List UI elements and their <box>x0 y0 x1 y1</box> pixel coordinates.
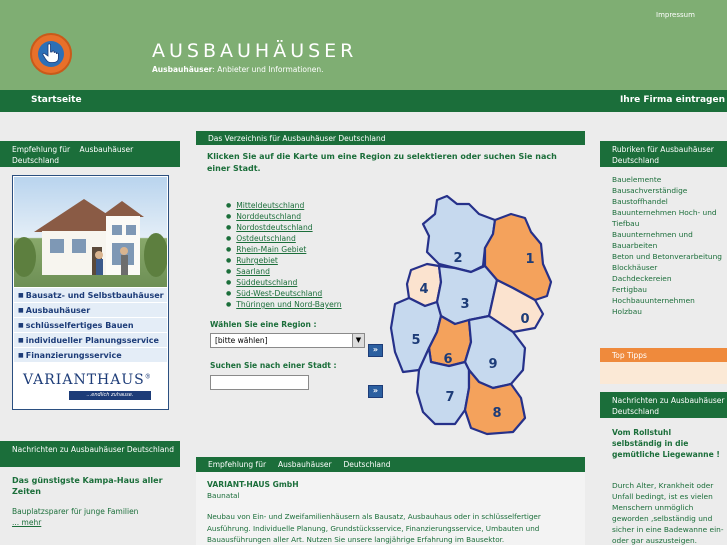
nav-startseite-link[interactable]: Startseite <box>31 95 82 105</box>
region-link[interactable]: Ruhrgebiet <box>227 255 342 266</box>
center-directory-title: Das Verzeichnis für Ausbauhäuser Deutsch… <box>208 134 386 143</box>
rubrik-link[interactable]: Hochbauunternehmen <box>612 295 724 306</box>
map-label-1: 1 <box>525 252 534 267</box>
ad-feature-item: Finanzierungsservice <box>14 348 167 363</box>
registered-mark: ® <box>144 373 152 381</box>
ad-feature-item: schlüsselfertiges Bauen <box>14 318 167 333</box>
left-news-more-link[interactable]: ... mehr <box>12 518 41 527</box>
company-name[interactable]: VARIANT-HAUS GmbH <box>207 480 299 489</box>
rubrik-link[interactable]: Bauunternehmen Hoch- und Tiefbau <box>612 207 724 229</box>
city-search-input[interactable] <box>210 375 309 390</box>
left-news-box-title: Nachrichten zu Ausbauhäuser Deutschland <box>12 445 174 454</box>
region-link[interactable]: Nordostdeutschland <box>227 222 342 233</box>
rubrik-link[interactable]: Bauelemente <box>612 174 724 185</box>
top-tipps-header: Top Tipps <box>600 348 727 362</box>
rubrik-link[interactable]: Bauunternehmen und Bauarbeiten <box>612 229 724 251</box>
region-link[interactable]: Rhein-Main Gebiet <box>227 244 342 255</box>
right-news-box-title: Nachrichten zu Ausbauhäuser Deutschland <box>612 396 725 416</box>
region-link-list: Mitteldeutschland Norddeutschland Nordos… <box>227 200 342 310</box>
germany-region-map[interactable]: 1 2 3 4 5 6 7 8 9 0 <box>385 192 567 440</box>
rubrik-link[interactable]: Bausachverständige <box>612 185 724 196</box>
region-link[interactable]: Süd-West-Deutschland <box>227 288 342 299</box>
ad-feature-item: Ausbauhäuser <box>14 303 167 318</box>
page: AUSBAUHÄUSER Ausbauhäuser: Anbieter und … <box>0 0 727 545</box>
ad-feature-list: Bausatz- und Selbstbauhäuser Ausbauhäuse… <box>14 288 167 363</box>
site-logo[interactable] <box>30 33 72 75</box>
rubrik-link[interactable]: Dachdeckereien <box>612 273 724 284</box>
left-ad-box-title: Empfehlung für Ausbauhäuser Deutschland <box>12 145 136 165</box>
region-link[interactable]: Mitteldeutschland <box>227 200 342 211</box>
company-description: Neubau von Ein- und Zweifamilienhäusern … <box>207 512 541 544</box>
ad-feature-item: Bausatz- und Selbstbauhäuser <box>14 288 167 303</box>
center-directory-header: Das Verzeichnis für Ausbauhäuser Deutsch… <box>196 131 585 145</box>
varianthaus-ad-banner[interactable]: Bausatz- und Selbstbauhäuser Ausbauhäuse… <box>12 175 169 410</box>
top-tipps-title: Top Tipps <box>612 351 647 360</box>
impressum-link[interactable]: Impressum <box>656 11 695 19</box>
map-label-4: 4 <box>419 282 428 297</box>
company-city: Baunatal <box>207 491 240 500</box>
map-instructions: Klicken Sie auf die Karte um eine Region… <box>207 152 557 173</box>
region-link[interactable]: Thüringen und Nord-Bayern <box>227 299 341 310</box>
region-link[interactable]: Saarland <box>227 266 342 277</box>
site-subtitle: Ausbauhäuser: Anbieter und Informationen… <box>152 65 323 74</box>
map-label-0: 0 <box>520 312 529 327</box>
map-label-6: 6 <box>443 352 452 367</box>
ad-feature-item: individueller Planungsservice <box>14 333 167 348</box>
region-link[interactable]: Norddeutschland <box>227 211 342 222</box>
city-search-label: Suchen Sie nach einer Stadt : <box>210 361 337 370</box>
left-news-teaser: Bauplatzsparer für junge Familien <box>12 507 139 516</box>
rubrik-link[interactable]: Baustoffhandel <box>612 196 724 207</box>
house-photo <box>14 177 167 287</box>
region-select-label: Wählen Sie eine Region : <box>210 320 317 329</box>
map-label-5: 5 <box>411 333 420 348</box>
map-label-9: 9 <box>488 357 497 372</box>
left-news-headline[interactable]: Das günstigste Kampa-Haus aller Zeiten <box>12 475 172 497</box>
chevron-down-icon[interactable]: ▼ <box>352 334 364 347</box>
nav-firma-eintragen-link[interactable]: Ihre Firma eintragen <box>620 95 725 105</box>
center-recommend-title: Empfehlung für Ausbauhäuser Deutschland <box>208 460 391 469</box>
right-news-headline[interactable]: Vom Rollstuhl selbständig in die gemütli… <box>612 427 722 460</box>
main-navbar: Startseite Ihre Firma eintragen <box>0 90 727 112</box>
site-header: AUSBAUHÄUSER Ausbauhäuser: Anbieter und … <box>0 0 727 90</box>
rubrik-link[interactable]: Holzbau <box>612 306 724 317</box>
top-tipps-body <box>600 362 727 384</box>
varianthaus-logo: VARIANTHAUS® <box>23 372 152 388</box>
city-go-button[interactable]: » <box>368 385 383 398</box>
rubriken-box-header: Rubriken für Ausbauhäuser Deutschland <box>600 141 727 167</box>
map-label-2: 2 <box>453 251 462 266</box>
varianthaus-logo-text: VARIANTHAUS <box>23 372 145 388</box>
right-news-box-header: Nachrichten zu Ausbauhäuser Deutschland <box>600 392 727 418</box>
rubrik-link[interactable]: Fertigbau <box>612 284 724 295</box>
site-title: AUSBAUHÄUSER <box>152 40 358 62</box>
varianthaus-slogan: ...endlich zuhause. <box>69 391 151 400</box>
right-news-teaser: Durch Alter, Krankheit oder Unfall bedin… <box>612 481 724 545</box>
region-link[interactable]: Ostdeutschland <box>227 233 342 244</box>
center-recommend-header: Empfehlung für Ausbauhäuser Deutschland <box>196 457 585 472</box>
rubriken-list: Bauelemente Bausachverständige Baustoffh… <box>612 174 724 317</box>
map-label-8: 8 <box>492 406 501 421</box>
map-label-7: 7 <box>445 390 454 405</box>
map-label-3: 3 <box>460 297 469 312</box>
region-link[interactable]: Süddeutschland <box>227 277 342 288</box>
hand-pointer-icon <box>38 41 64 67</box>
left-news-box-header: Nachrichten zu Ausbauhäuser Deutschland <box>0 441 180 467</box>
region-select-value: [bitte wählen] <box>215 336 268 345</box>
rubriken-box-title: Rubriken für Ausbauhäuser Deutschland <box>612 145 714 165</box>
rubrik-link[interactable]: Beton und Betonverarbeitung <box>612 251 724 262</box>
site-subtitle-rest: : Anbieter und Informationen. <box>212 65 324 74</box>
region-select[interactable]: [bitte wählen] ▼ <box>210 333 365 348</box>
rubrik-link[interactable]: Blockhäuser <box>612 262 724 273</box>
left-ad-box-header: Empfehlung für Ausbauhäuser Deutschland <box>0 141 180 167</box>
region-go-button[interactable]: » <box>368 344 383 357</box>
site-subtitle-bold: Ausbauhäuser <box>152 65 213 74</box>
